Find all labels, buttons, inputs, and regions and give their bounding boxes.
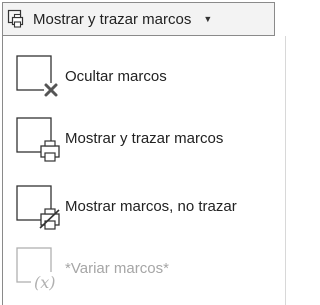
menu-item-hide-frames[interactable]: Ocultar marcos xyxy=(11,46,291,106)
printer-frame-icon xyxy=(7,9,27,29)
frames-menu: Ocultar marcos Mostrar y trazar marcos M… xyxy=(2,36,286,305)
menu-item-label: *Variar marcos* xyxy=(65,259,169,277)
svg-text:(x): (x) xyxy=(34,273,56,292)
dropdown-label: Mostrar y trazar marcos xyxy=(33,10,192,28)
frame-print-icon xyxy=(11,112,63,164)
frame-no-print-icon xyxy=(11,180,63,232)
menu-item-variable-frames: (x) *Variar marcos* xyxy=(11,238,291,298)
menu-item-label: Ocultar marcos xyxy=(65,67,167,85)
menu-item-label: Mostrar marcos, no trazar xyxy=(65,197,237,215)
chevron-down-icon: ▼ xyxy=(203,14,213,24)
frames-dropdown-button[interactable]: Mostrar y trazar marcos ▼ xyxy=(2,2,275,36)
frame-hide-icon xyxy=(11,50,63,102)
menu-item-label: Mostrar y trazar marcos xyxy=(65,129,224,147)
menu-item-show-plot-frames[interactable]: Mostrar y trazar marcos xyxy=(11,108,291,168)
frame-variable-icon: (x) xyxy=(11,242,63,294)
menu-item-show-no-plot-frames[interactable]: Mostrar marcos, no trazar xyxy=(11,176,291,236)
